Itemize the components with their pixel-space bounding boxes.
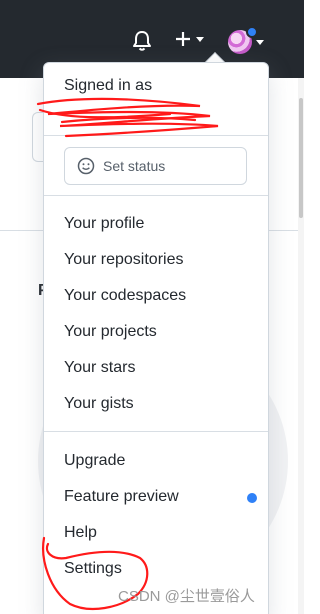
create-new-button[interactable] <box>174 30 204 48</box>
menu-item-your-gists[interactable]: Your gists <box>64 395 134 413</box>
set-status-button[interactable]: Set status <box>64 147 247 185</box>
divider <box>44 431 268 432</box>
menu-item-your-projects[interactable]: Your projects <box>64 323 157 341</box>
divider <box>44 135 268 136</box>
user-dropdown-menu: Signed in as Set status Your profile You… <box>43 62 269 614</box>
chevron-down-icon <box>256 39 264 45</box>
notifications-button[interactable] <box>132 30 152 52</box>
watermark: CSDN @尘世壹俗人 <box>118 588 255 605</box>
scrollbar[interactable] <box>298 78 304 614</box>
menu-item-your-profile[interactable]: Your profile <box>64 215 144 233</box>
signed-in-label: Signed in as <box>64 77 153 94</box>
bell-icon <box>133 31 151 51</box>
menu-item-settings[interactable]: Settings <box>64 560 122 578</box>
scrollbar-thumb[interactable] <box>299 98 303 218</box>
feature-preview-indicator <box>247 493 257 503</box>
set-status-label: Set status <box>103 158 166 174</box>
chevron-down-icon <box>196 36 204 42</box>
menu-item-your-codespaces[interactable]: Your codespaces <box>64 287 186 305</box>
smiley-icon <box>77 157 95 175</box>
menu-item-your-stars[interactable]: Your stars <box>64 359 135 377</box>
menu-item-feature-preview[interactable]: Feature preview <box>64 488 179 506</box>
menu-item-upgrade[interactable]: Upgrade <box>64 452 125 470</box>
menu-item-help[interactable]: Help <box>64 524 97 542</box>
user-menu-button[interactable] <box>228 26 264 54</box>
notification-dot <box>246 26 258 38</box>
plus-icon <box>176 32 190 46</box>
username-redacted <box>64 103 224 127</box>
divider <box>44 195 268 196</box>
menu-item-your-repositories[interactable]: Your repositories <box>64 251 183 269</box>
